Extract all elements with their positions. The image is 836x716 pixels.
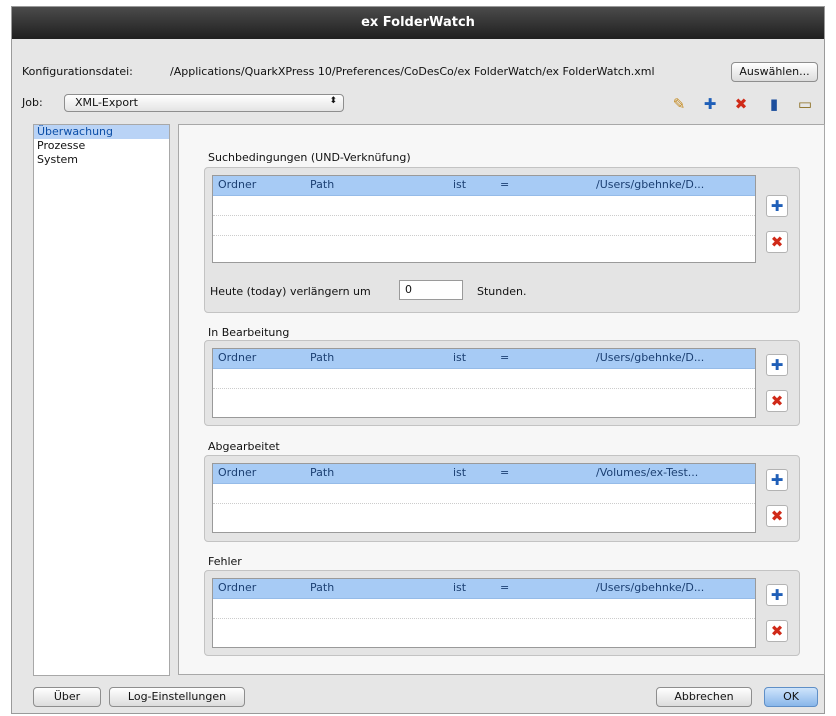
cell-operator: ist (453, 466, 467, 479)
table-row-empty (213, 196, 755, 216)
cell-comparator: = (500, 178, 510, 191)
log-settings-button[interactable]: Log-Einstellungen (109, 687, 245, 707)
ok-button[interactable]: OK (764, 687, 818, 707)
table-row-empty (213, 484, 755, 504)
table-row-empty (213, 369, 755, 389)
cell-operator: ist (453, 351, 467, 364)
cell-type: Ordner (218, 581, 257, 594)
app-window: ex FolderWatch Konfigurationsdatei: /App… (11, 6, 825, 714)
processing-group: Ordner Path ist = /Users/gbehnke/D... ✚ … (204, 340, 800, 426)
sidebar-item-ueberwachung[interactable]: Überwachung (34, 125, 169, 139)
job-select[interactable]: XML-Export ⬍ (64, 94, 344, 112)
config-label: Konfigurationsdatei: (22, 65, 133, 78)
table-row-empty (213, 599, 755, 619)
error-group: Ordner Path ist = /Users/gbehnke/D... ✚ … (204, 570, 800, 656)
add-error-button[interactable]: ✚ (766, 584, 788, 606)
cancel-button[interactable]: Abbrechen (656, 687, 752, 707)
cell-value: /Users/gbehnke/D... (596, 351, 705, 364)
about-button[interactable]: Über (33, 687, 101, 707)
config-path: /Applications/QuarkXPress 10/Preferences… (170, 65, 655, 78)
cell-field: Path (310, 466, 335, 479)
cell-comparator: = (500, 466, 510, 479)
table-row-empty (213, 216, 755, 236)
delete-done-button[interactable]: ✖ (766, 505, 788, 527)
section-title-processing: In Bearbeitung (208, 326, 290, 339)
delete-processing-button[interactable]: ✖ (766, 390, 788, 412)
table-row[interactable]: Ordner Path ist = /Volumes/ex-Test... (213, 464, 755, 484)
main-panel: Suchbedingungen (UND-Verknüfung) Ordner … (178, 124, 825, 675)
delete-job-icon[interactable]: ✖ (731, 94, 751, 114)
done-table[interactable]: Ordner Path ist = /Volumes/ex-Test... (212, 463, 756, 533)
done-group: Ordner Path ist = /Volumes/ex-Test... ✚ … (204, 455, 800, 542)
cell-value: /Volumes/ex-Test... (596, 466, 699, 479)
sidebar-item-prozesse[interactable]: Prozesse (34, 139, 169, 153)
folder-icon[interactable]: ▭ (795, 94, 815, 114)
delete-condition-button[interactable]: ✖ (766, 231, 788, 253)
extend-label: Heute (today) verlängern um (210, 285, 371, 298)
choose-config-button[interactable]: Auswählen... (731, 62, 818, 82)
add-done-button[interactable]: ✚ (766, 469, 788, 491)
job-select-value: XML-Export (75, 96, 138, 109)
sidebar-item-system[interactable]: System (34, 153, 169, 167)
cell-type: Ordner (218, 466, 257, 479)
section-title-done: Abgearbeitet (208, 440, 280, 453)
job-label: Job: (22, 96, 43, 109)
delete-error-button[interactable]: ✖ (766, 620, 788, 642)
section-title-error: Fehler (208, 555, 242, 568)
select-arrow-icon: ⬍ (329, 96, 337, 106)
add-processing-button[interactable]: ✚ (766, 354, 788, 376)
cell-type: Ordner (218, 351, 257, 364)
cell-field: Path (310, 178, 335, 191)
cell-type: Ordner (218, 178, 257, 191)
search-conditions-table[interactable]: Ordner Path ist = /Users/gbehnke/D... (212, 175, 756, 263)
copy-job-icon[interactable]: ▮ (764, 94, 784, 114)
cell-value: /Users/gbehnke/D... (596, 581, 705, 594)
section-title-search: Suchbedingungen (UND-Verknüfung) (208, 151, 411, 164)
extend-unit-label: Stunden. (477, 285, 527, 298)
search-conditions-group: Ordner Path ist = /Users/gbehnke/D... ✚ … (204, 167, 800, 313)
table-row[interactable]: Ordner Path ist = /Users/gbehnke/D... (213, 579, 755, 599)
edit-job-icon[interactable]: ✎ (669, 94, 689, 114)
window-title: ex FolderWatch (12, 7, 824, 39)
cell-comparator: = (500, 581, 510, 594)
table-row[interactable]: Ordner Path ist = /Users/gbehnke/D... (213, 349, 755, 369)
add-job-icon[interactable]: ✚ (700, 94, 720, 114)
cell-operator: ist (453, 581, 467, 594)
cell-field: Path (310, 581, 335, 594)
add-condition-button[interactable]: ✚ (766, 195, 788, 217)
cell-operator: ist (453, 178, 467, 191)
processing-table[interactable]: Ordner Path ist = /Users/gbehnke/D... (212, 348, 756, 418)
table-row[interactable]: Ordner Path ist = /Users/gbehnke/D... (213, 176, 755, 196)
cell-value: /Users/gbehnke/D... (596, 178, 705, 191)
cell-comparator: = (500, 351, 510, 364)
sidebar: Überwachung Prozesse System (33, 124, 170, 676)
extend-hours-input[interactable]: 0 (399, 280, 463, 300)
error-table[interactable]: Ordner Path ist = /Users/gbehnke/D... (212, 578, 756, 648)
cell-field: Path (310, 351, 335, 364)
